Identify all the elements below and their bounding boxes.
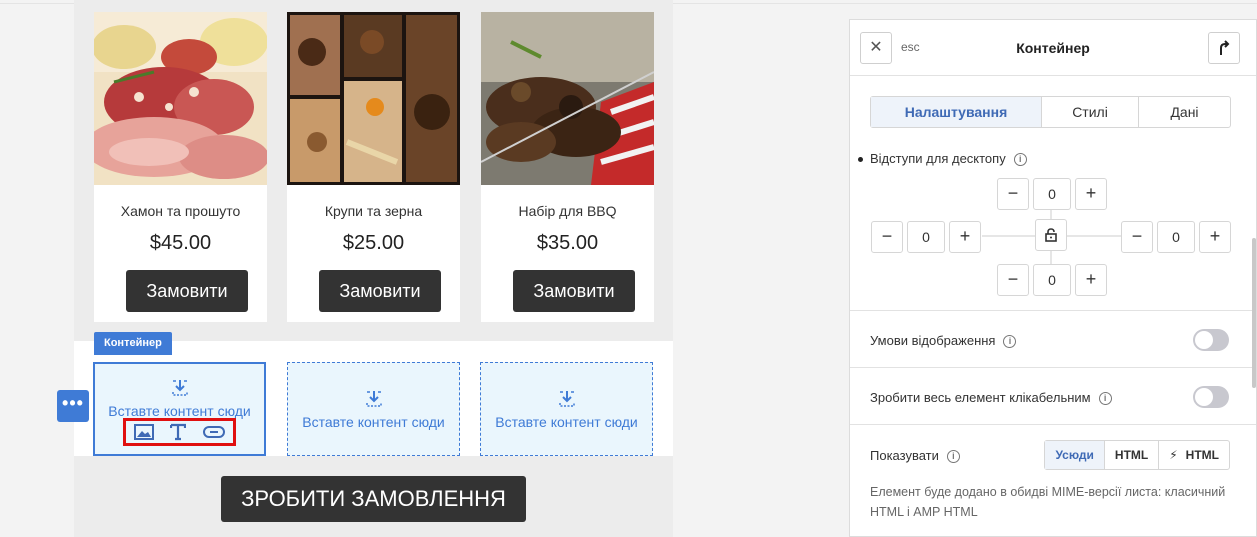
increment-button[interactable]: + <box>1199 221 1231 253</box>
info-icon[interactable]: i <box>1003 335 1017 348</box>
padding-bottom-stepper: − 0 + <box>997 264 1107 296</box>
display-conditions-row: Умови відображення i <box>850 310 1256 367</box>
padding-title-label: Відступи для десктопу <box>870 151 1006 166</box>
info-icon[interactable]: i <box>946 450 960 463</box>
panel-scrollbar[interactable] <box>1252 238 1256 388</box>
padding-lock-button[interactable] <box>1035 219 1067 251</box>
panel-title: Контейнер <box>1016 40 1090 56</box>
product-price: $35.00 <box>536 232 599 254</box>
panel-header: ✕ esc Контейнер <box>850 20 1256 76</box>
product-image-bbq <box>481 12 654 185</box>
increment-button[interactable]: + <box>1075 264 1107 296</box>
increment-button[interactable]: + <box>1075 178 1107 210</box>
product-name: Набір для BBQ <box>518 203 617 219</box>
text-icon[interactable] <box>170 423 187 441</box>
unlock-icon <box>1045 228 1057 242</box>
content-slot[interactable]: Вставте контент сюди <box>287 362 460 456</box>
container-label: Контейнер <box>94 332 172 355</box>
product-card: Набір для BBQ $35.00 Замовити <box>481 12 654 322</box>
padding-right-input[interactable]: 0 <box>1157 221 1195 253</box>
panel-tabs: Налаштування Стилі Дані <box>870 96 1231 128</box>
padding-left-input[interactable]: 0 <box>907 221 945 253</box>
tab-data[interactable]: Дані <box>1139 97 1230 127</box>
padding-section-title: Відступи для десктопу i <box>858 151 1027 166</box>
more-options-button[interactable]: ••• <box>57 390 89 422</box>
info-icon[interactable]: i <box>1098 392 1112 405</box>
insert-content-icon <box>558 391 575 407</box>
padding-top-stepper: − 0 + <box>997 178 1107 210</box>
order-button[interactable]: Замовити <box>513 270 635 312</box>
decrement-button[interactable]: − <box>997 264 1029 296</box>
order-button[interactable]: Замовити <box>319 270 441 312</box>
clickable-label: Зробити весь елемент клікабельним i <box>870 390 1112 405</box>
padding-right-stepper: − 0 + <box>1121 221 1231 253</box>
show-html-option[interactable]: HTML <box>1105 441 1160 469</box>
place-order-button[interactable]: ЗРОБИТИ ЗАМОВЛЕННЯ <box>221 476 526 522</box>
product-card: Крупи та зерна $25.00 Замовити <box>287 12 460 322</box>
slot-placeholder-text: Вставте контент сюди <box>302 414 445 430</box>
mime-note: Елемент буде додано в обидві MIME-версії… <box>870 485 1226 519</box>
show-everywhere-option[interactable]: Усюди <box>1045 441 1105 469</box>
content-slot[interactable]: Вставте контент сюди <box>480 362 653 456</box>
bullet-icon <box>858 157 863 162</box>
product-image-grains <box>287 12 460 185</box>
show-toggle-group: Усюди HTML ⚡︎ HTML <box>1044 440 1230 470</box>
order-button[interactable]: Замовити <box>126 270 248 312</box>
show-amp-html-option[interactable]: ⚡︎ HTML <box>1159 441 1229 469</box>
padding-top-input[interactable]: 0 <box>1033 178 1071 210</box>
show-label: Показувати i <box>870 448 960 463</box>
settings-panel: ✕ esc Контейнер Налаштування Стилі Дані … <box>849 19 1257 537</box>
select-parent-button[interactable] <box>1208 32 1240 64</box>
display-conditions-toggle[interactable] <box>1193 329 1229 351</box>
product-card: Хамон та прошуто $45.00 Замовити <box>94 12 267 322</box>
padding-bottom-input[interactable]: 0 <box>1033 264 1071 296</box>
lightning-icon: ⚡︎ <box>1169 448 1178 462</box>
image-icon[interactable] <box>134 424 155 440</box>
product-price: $45.00 <box>149 232 212 254</box>
button-icon[interactable] <box>202 425 225 439</box>
product-name: Хамон та прошуто <box>120 203 241 219</box>
decrement-button[interactable]: − <box>997 178 1029 210</box>
insert-content-icon <box>365 391 382 407</box>
slot-placeholder-text: Вставте контент сюди <box>495 414 638 430</box>
product-price: $25.00 <box>342 232 405 254</box>
product-name: Крупи та зерна <box>324 203 423 219</box>
increment-button[interactable]: + <box>949 221 981 253</box>
slot-placeholder-text: Вставте контент сюди <box>108 403 251 419</box>
clickable-row: Зробити весь елемент клікабельним i <box>850 367 1256 424</box>
decrement-button[interactable]: − <box>1121 221 1153 253</box>
product-image-ham <box>94 12 267 185</box>
insert-content-icon <box>171 380 188 396</box>
tab-settings[interactable]: Налаштування <box>871 97 1042 127</box>
clickable-toggle[interactable] <box>1193 386 1229 408</box>
info-icon[interactable]: i <box>1013 153 1027 166</box>
tab-styles[interactable]: Стилі <box>1042 97 1139 127</box>
padding-left-stepper: − 0 + <box>871 221 981 253</box>
content-toolbar <box>123 418 236 446</box>
display-conditions-label: Умови відображення i <box>870 333 1017 348</box>
arrow-up-icon <box>1220 40 1230 55</box>
decrement-button[interactable]: − <box>871 221 903 253</box>
